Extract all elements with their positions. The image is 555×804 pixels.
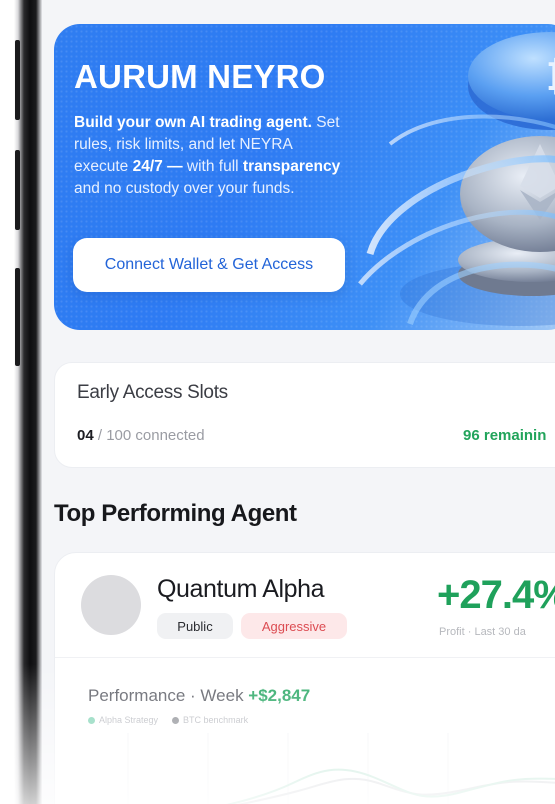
performance-value: +$2,847 — [248, 686, 311, 705]
legend-item-benchmark: BTC benchmark — [172, 715, 248, 725]
legend-label: BTC benchmark — [183, 715, 249, 725]
profit-value: +27.4% — [437, 573, 555, 617]
connect-wallet-button[interactable]: Connect Wallet & Get Access — [73, 238, 345, 292]
slots-connected: 04 / 100 connected — [77, 427, 205, 444]
agent-card[interactable]: Quantum Alpha Public Aggressive +27.4% P… — [54, 552, 555, 804]
legend-dot — [172, 717, 180, 725]
hero-desc-text: with full — [182, 158, 243, 175]
strategy-line — [226, 768, 555, 804]
avatar — [81, 575, 141, 635]
agent-name: Quantum Alpha — [157, 575, 325, 603]
hero-banner: ₿ AURUM NEYRO Build your own AI trading … — [54, 24, 555, 330]
phone-side-button — [15, 40, 20, 120]
slots-connected-number: 04 — [77, 427, 94, 444]
phone-side-button — [15, 150, 20, 230]
section-title: Top Performing Agent — [54, 500, 297, 527]
phone-frame — [0, 0, 42, 804]
early-access-card: Early Access Slots 04 / 100 connected 96… — [54, 362, 555, 468]
slots-remaining: 96 remainin — [463, 427, 547, 444]
svg-text:₿: ₿ — [546, 55, 555, 99]
divider — [55, 657, 555, 658]
slots-total: / 100 connected — [97, 427, 205, 444]
performance-label: Performance · Week +$2,847 — [88, 686, 310, 706]
legend-label: Alpha Strategy — [99, 715, 159, 725]
profit-caption: Profit · Last 30 da — [439, 626, 526, 638]
hero-desc-bold: transparency — [242, 158, 341, 175]
hero-description: Build your own AI trading agent. Set rul… — [74, 112, 344, 200]
chart-legend: Alpha Strategy BTC benchmark — [88, 715, 248, 725]
performance-chart — [127, 733, 555, 804]
hero-desc-text: and no custody over your funds. — [74, 180, 295, 197]
app-screen: ₿ AURUM NEYRO Build your own AI trading … — [42, 0, 555, 804]
crypto-coins-illustration: ₿ — [358, 32, 555, 326]
hero-desc-bold: 24/7 — — [132, 158, 183, 175]
legend-item-strategy: Alpha Strategy — [88, 715, 158, 725]
risk-badge: Aggressive — [241, 613, 347, 639]
hero-desc-bold: Build your own AI trading agent. — [74, 114, 312, 131]
hero-title: AURUM NEYRO — [74, 58, 326, 95]
legend-dot — [88, 717, 95, 725]
public-badge: Public — [157, 613, 233, 639]
early-access-title: Early Access Slots — [77, 382, 228, 403]
phone-side-button — [15, 268, 20, 366]
performance-label-text: Performance · Week — [88, 686, 249, 705]
